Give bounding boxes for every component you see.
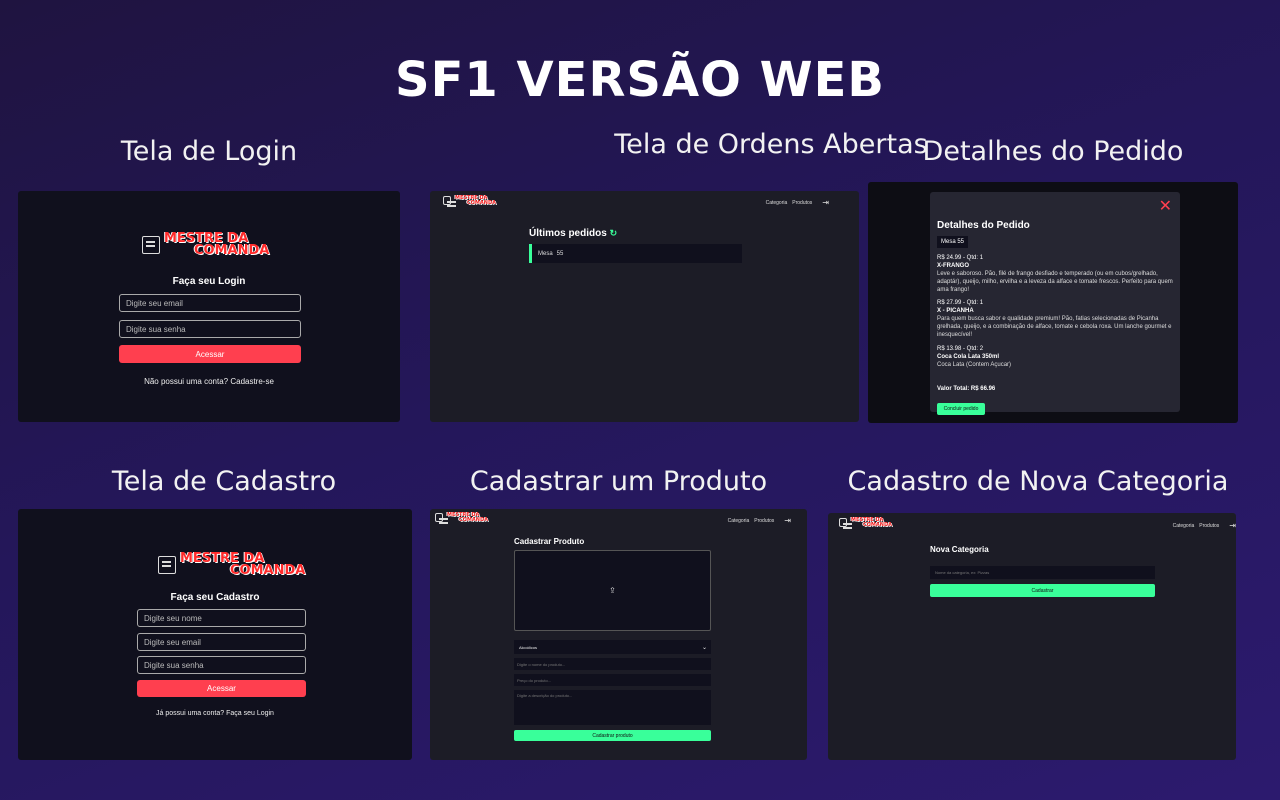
item-description: Coca Lata (Contem Açucar): [937, 362, 1012, 368]
nav-categoria[interactable]: Categoria: [1173, 523, 1195, 529]
nav-categoria[interactable]: Categoria: [728, 518, 750, 524]
conclude-order-button[interactable]: Concluir pedido: [937, 403, 985, 415]
item-name: X - PICANHA: [937, 308, 974, 314]
order-row-label: Mesa: [538, 250, 553, 257]
register-heading: Faça seu Cadastro: [170, 592, 260, 603]
item-name: X-FRANGO: [937, 263, 969, 269]
notepad-icon: [443, 196, 456, 206]
product-description-field[interactable]: Digite a descrição do produto...: [514, 690, 711, 725]
main-title: SF1 VERSÃO WEB: [395, 52, 885, 108]
order-row[interactable]: Mesa 55: [529, 244, 742, 263]
register-screen: MESTRE DA COMANDA Faça seu Cadastro Digi…: [18, 509, 412, 760]
password-field[interactable]: Digite sua senha: [119, 320, 301, 338]
product-name-field[interactable]: Digite o nome do produto...: [514, 658, 711, 670]
logo: MESTRE DA COMANDA: [839, 518, 892, 528]
category-heading: Nova Categoria: [930, 545, 989, 554]
notepad-icon: [435, 513, 448, 523]
login-link[interactable]: Já possui uma conta? Faça seu Login: [18, 710, 412, 717]
upload-icon: ⇪: [609, 586, 616, 595]
logo: MESTRE DA COMANDA: [435, 513, 488, 523]
orders-heading: Últimos pedidos ↻: [529, 228, 617, 239]
login-heading: Faça seu Login: [172, 276, 246, 287]
chevron-down-icon: ⌄: [701, 644, 707, 651]
logout-icon[interactable]: ⇥: [822, 198, 829, 207]
top-nav: Categoria Produtos ⇥: [1173, 521, 1236, 530]
logo-line-2: COMANDA: [459, 516, 488, 523]
category-screen: MESTRE DA COMANDA Categoria Produtos ⇥ N…: [828, 513, 1236, 760]
mesa-badge: Mesa 55: [937, 236, 969, 248]
logo-line-2: COMANDA: [230, 563, 306, 579]
signup-link[interactable]: Não possui uma conta? Cadastre-se: [18, 377, 400, 386]
item-description: Para quem busca sabor e qualidade premiu…: [937, 316, 1172, 338]
product-heading: Cadastrar Produto: [514, 537, 585, 546]
logo: MESTRE DA COMANDA: [158, 552, 306, 579]
product-screen: MESTRE DA COMANDA Categoria Produtos ⇥ C…: [430, 509, 807, 760]
logo: MESTRE DA COMANDA: [443, 196, 496, 206]
nav-produtos[interactable]: Produtos: [754, 518, 774, 524]
name-field[interactable]: Digite seu nome: [137, 609, 306, 627]
top-nav: Categoria Produtos ⇥: [728, 516, 791, 525]
register-category-button[interactable]: Cadastrar: [930, 584, 1155, 597]
order-total: Valor Total: R$ 66.96: [937, 386, 996, 392]
notepad-icon: [142, 236, 160, 255]
refresh-icon[interactable]: ↻: [610, 228, 618, 238]
section-title-register: Tela de Cadastro: [111, 466, 337, 497]
order-details-modal: ✕ Detalhes do Pedido Mesa 55 R$ 24.99 - …: [930, 192, 1180, 415]
section-title-details: Detalhes do Pedido: [922, 136, 1184, 167]
category-name-field[interactable]: Nome da categoria, ex: Pizzas: [930, 566, 1155, 579]
order-item: R$ 27.99 - Qtd: 1 X - PICANHA Para quem …: [937, 299, 1177, 339]
orders-screen: MESTRE DA COMANDA Categoria Produtos ⇥ Ú…: [430, 191, 859, 422]
item-name: Coca Cola Lata 350ml: [937, 354, 1000, 360]
nav-categoria[interactable]: Categoria: [766, 200, 788, 206]
logo-line-2: COMANDA: [863, 521, 892, 528]
order-item: R$ 24.99 - Qtd: 1 X-FRANGO Leve e saboro…: [937, 254, 1177, 294]
register-button[interactable]: Acessar: [137, 680, 306, 697]
logout-icon[interactable]: ⇥: [1229, 521, 1236, 530]
product-price-field[interactable]: Preço do produto...: [514, 674, 711, 686]
section-title-category: Cadastro de Nova Categoria: [847, 466, 1229, 497]
item-price: R$ 13.98 - Qtd: 2: [937, 346, 984, 352]
logo: MESTRE DA COMANDA: [142, 232, 270, 259]
login-button[interactable]: Acessar: [119, 345, 301, 363]
notepad-icon: [158, 556, 176, 575]
order-row-value: 55: [556, 250, 564, 257]
item-price: R$ 27.99 - Qtd: 1: [937, 300, 984, 306]
order-item: R$ 13.98 - Qtd: 2 Coca Cola Lata 350ml C…: [937, 345, 1177, 369]
details-title: Detalhes do Pedido: [937, 220, 1030, 231]
section-title-product: Cadastrar um Produto: [469, 466, 768, 497]
logo-line-2: COMANDA: [194, 243, 270, 259]
nav-produtos[interactable]: Produtos: [1199, 523, 1219, 529]
email-field[interactable]: Digite seu email: [119, 294, 301, 312]
image-upload-area[interactable]: ⇪: [514, 550, 711, 631]
nav-produtos[interactable]: Produtos: [792, 200, 812, 206]
top-nav: Categoria Produtos ⇥: [766, 198, 829, 207]
login-screen: MESTRE DA COMANDA Faça seu Login Digite …: [18, 191, 400, 422]
orders-heading-text: Últimos pedidos: [529, 228, 607, 239]
close-icon[interactable]: ✕: [1159, 196, 1172, 216]
logo-line-2: COMANDA: [467, 199, 496, 206]
password-field[interactable]: Digite sua senha: [137, 656, 306, 674]
item-description: Leve e saboroso. Pão, filé de frango des…: [937, 271, 1173, 293]
email-field[interactable]: Digite seu email: [137, 633, 306, 651]
details-screen: ✕ Detalhes do Pedido Mesa 55 R$ 24.99 - …: [868, 182, 1238, 423]
category-select-value: Alcoólicos: [519, 644, 538, 650]
section-title-login: Tela de Login: [120, 136, 298, 167]
register-product-button[interactable]: Cadastrar produto: [514, 730, 711, 741]
category-select[interactable]: Alcoólicos ⌄: [514, 640, 711, 654]
logout-icon[interactable]: ⇥: [784, 516, 791, 525]
notepad-icon: [839, 518, 852, 528]
item-price: R$ 24.99 - Qtd: 1: [937, 255, 984, 261]
